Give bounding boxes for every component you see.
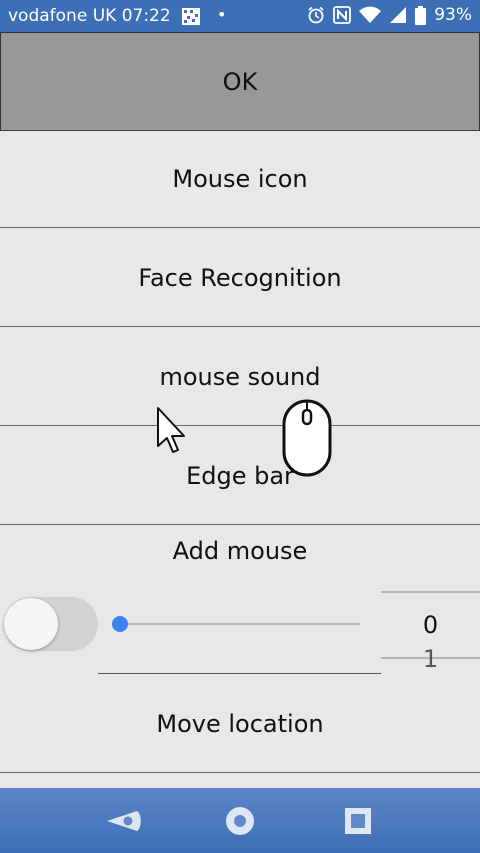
recent-apps-button[interactable]: [338, 806, 378, 836]
status-icons: 93%: [307, 5, 472, 25]
navigation-bar: [0, 788, 480, 853]
notification-dot: •: [217, 5, 227, 24]
recent-apps-icon: [345, 808, 371, 834]
add-mouse-label[interactable]: Add mouse: [0, 537, 480, 565]
mouse-icon-row[interactable]: Mouse icon: [0, 131, 480, 228]
face-recognition-label: Face Recognition: [138, 264, 342, 292]
carrier-time: vodafone UK 07:22: [8, 6, 171, 26]
add-mouse-section: Add mouse 0 1: [0, 527, 480, 675]
back-icon: [107, 811, 141, 831]
mouse-icon[interactable]: [282, 399, 332, 477]
slider-thumb[interactable]: [112, 616, 128, 632]
alarm-icon: [308, 6, 324, 24]
home-icon: [226, 807, 254, 835]
mouse-sound-label: mouse sound: [159, 363, 321, 391]
divider: [98, 673, 381, 674]
edge-bar-label: Edge bar: [186, 462, 294, 490]
wifi-icon: [359, 6, 382, 23]
pointer-cursor-icon: [157, 407, 185, 453]
edge-bar-row[interactable]: Edge bar: [0, 428, 480, 525]
picker-value: 0: [422, 611, 439, 639]
status-bar: vodafone UK 07:22 • 93%: [0, 0, 480, 32]
nfc-icon: [333, 6, 352, 24]
back-button[interactable]: [104, 806, 144, 836]
home-button[interactable]: [220, 806, 260, 836]
ok-button[interactable]: OK: [0, 32, 480, 132]
mouse-sound-row[interactable]: mouse sound: [0, 329, 480, 426]
picker-divider-top: [381, 591, 480, 593]
number-picker[interactable]: 0 1: [381, 589, 480, 675]
battery-percent: 93%: [434, 5, 472, 25]
add-mouse-toggle[interactable]: [4, 597, 98, 651]
move-location-label: Move location: [156, 710, 324, 738]
slider-track[interactable]: [120, 623, 360, 625]
mouse-icon-label: Mouse icon: [172, 165, 308, 193]
picker-next-value: 1: [422, 645, 439, 673]
grid-icon: [182, 8, 200, 25]
move-location-row[interactable]: Move location: [0, 676, 480, 773]
toggle-knob: [4, 598, 58, 650]
divider: [0, 772, 480, 773]
battery-icon: [415, 5, 427, 25]
face-recognition-row[interactable]: Face Recognition: [0, 230, 480, 327]
signal-icon: [390, 7, 407, 23]
